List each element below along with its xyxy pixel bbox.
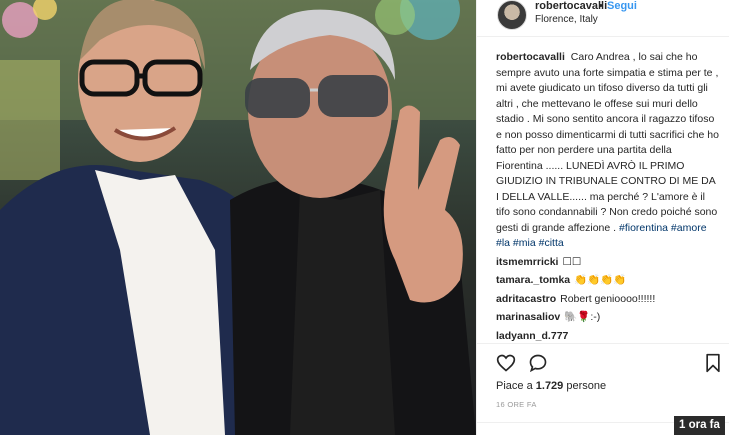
post-timestamp: 16 ORE FA — [496, 400, 537, 409]
post-photo[interactable] — [0, 0, 476, 435]
comment-username[interactable]: itsmemrricki — [496, 256, 558, 268]
header-divider — [477, 36, 729, 37]
post-location[interactable]: Florence, Italy — [535, 14, 598, 25]
avatar[interactable] — [497, 0, 527, 30]
likes-count[interactable]: Piace a 1.729 persone — [496, 380, 606, 392]
list-item: itsmemrricki ☐☐ — [496, 255, 720, 271]
likes-suffix: persone — [566, 380, 607, 392]
comment-text: Robert genioooo!!!!!! — [560, 292, 656, 305]
list-item: tamara._tomka 👏👏👏👏 — [496, 273, 720, 289]
photo-illustration — [0, 0, 476, 435]
caption-text: Caro Andrea , lo sai che ho sempre avuto… — [496, 51, 719, 234]
post-caption: robertocavalli Caro Andrea , lo sai che … — [496, 50, 720, 252]
follow-button[interactable]: Segui — [607, 0, 637, 12]
actions-divider — [477, 343, 729, 344]
comments-list[interactable]: robertocavalli Caro Andrea , lo sai che … — [496, 50, 720, 343]
post-header: robertocavalli • Segui Florence, Italy — [477, 0, 729, 34]
time-badge: 1 ora fa — [674, 416, 725, 435]
separator-dot: • — [599, 0, 603, 12]
comment-text: 👏👏👏👏 — [574, 274, 627, 286]
caption-username[interactable]: robertocavalli — [496, 51, 565, 63]
heart-icon[interactable] — [496, 353, 516, 373]
list-item: ladyann_d.777 — [496, 329, 720, 344]
likes-number: 1.729 — [535, 380, 564, 392]
comment-username[interactable]: adritacastro — [496, 293, 556, 305]
post-sidebar: robertocavalli • Segui Florence, Italy r… — [476, 0, 729, 435]
comment-text: ☐☐ — [562, 255, 582, 268]
comment-text: 🐘🌹:-) — [564, 311, 601, 323]
bookmark-icon[interactable] — [705, 353, 721, 373]
likes-prefix: Piace a — [496, 380, 533, 392]
list-item: marinasaliov 🐘🌹:-) — [496, 310, 720, 326]
comment-username[interactable]: tamara._tomka — [496, 274, 570, 286]
list-item: adritacastro Robert genioooo!!!!!! — [496, 292, 720, 308]
comment-icon[interactable] — [528, 353, 548, 373]
comment-username[interactable]: ladyann_d.777 — [496, 330, 568, 342]
post-username[interactable]: robertocavalli — [535, 0, 607, 12]
comment-username[interactable]: marinasaliov — [496, 311, 560, 323]
